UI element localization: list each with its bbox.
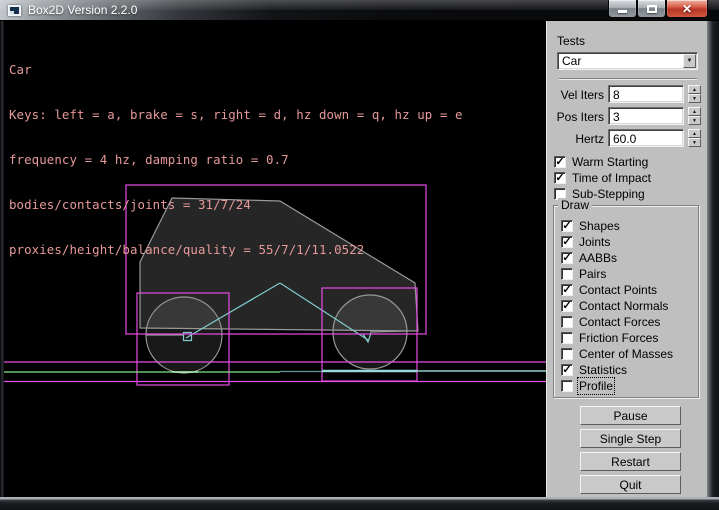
minimize-icon bbox=[618, 10, 627, 13]
spinner-up-icon[interactable]: ▲ bbox=[692, 87, 697, 93]
checkbox-icon[interactable] bbox=[561, 332, 573, 344]
maximize-icon bbox=[647, 5, 657, 13]
control-panel: Tests Car ▼ Vel Iters 8 ▲ ▼ Pos Iters 3 … bbox=[546, 21, 707, 497]
tests-dropdown-value: Car bbox=[562, 54, 581, 68]
close-button[interactable]: ✕ bbox=[666, 0, 708, 18]
vel-iters-row: Vel Iters 8 ▲ ▼ bbox=[547, 85, 708, 103]
pause-button[interactable]: Pause bbox=[580, 406, 681, 425]
spinner-down-icon[interactable]: ▼ bbox=[692, 140, 697, 146]
pos-iters-input[interactable]: 3 bbox=[608, 107, 684, 125]
checkbox-icon[interactable]: ✓ bbox=[561, 252, 573, 264]
window-border-bottom bbox=[0, 497, 719, 510]
checkbox-icon[interactable]: ✓ bbox=[554, 156, 566, 168]
spinner-down-icon[interactable]: ▼ bbox=[692, 118, 697, 124]
checkbox-label: Shapes bbox=[579, 219, 620, 233]
window-border-right bbox=[707, 21, 719, 497]
checkbox-icon[interactable]: ✓ bbox=[561, 364, 573, 376]
pos-iters-stepper[interactable]: ▲ ▼ bbox=[688, 107, 701, 125]
single-step-button[interactable]: Single Step bbox=[580, 429, 681, 448]
checkbox-icon[interactable]: ✓ bbox=[561, 300, 573, 312]
checkbox-label: Warm Starting bbox=[572, 155, 648, 169]
checkbox-label: AABBs bbox=[579, 251, 617, 265]
debug-line-test-name: Car bbox=[9, 62, 463, 77]
chevron-down-icon: ▼ bbox=[687, 58, 693, 64]
checkbox-label: Friction Forces bbox=[579, 331, 658, 345]
debug-line-bodies: bodies/contacts/joints = 31/7/24 bbox=[9, 197, 463, 212]
checkbox-label: Contact Points bbox=[579, 283, 657, 297]
simulation-canvas[interactable]: Car Keys: left = a, brake = s, right = d… bbox=[4, 21, 546, 497]
checkbox-label: Profile bbox=[579, 379, 613, 393]
spinner-down-icon[interactable]: ▼ bbox=[692, 96, 697, 102]
spinner-up-icon[interactable]: ▲ bbox=[692, 109, 697, 115]
checkbox-icon[interactable] bbox=[561, 316, 573, 328]
title-bar[interactable]: Box2D Version 2.2.0 ✕ bbox=[0, 0, 719, 21]
vel-iters-label: Vel Iters bbox=[561, 88, 604, 102]
checkbox-icon[interactable] bbox=[561, 380, 573, 392]
spinner-up-icon[interactable]: ▲ bbox=[692, 131, 697, 137]
app-icon bbox=[8, 5, 21, 16]
checkbox-label: Pairs bbox=[579, 267, 606, 281]
hertz-label: Hertz bbox=[575, 132, 604, 146]
minimize-button[interactable] bbox=[608, 0, 637, 18]
window-border-left bbox=[0, 21, 4, 497]
quit-button[interactable]: Quit bbox=[580, 475, 681, 494]
tests-dropdown-button[interactable]: ▼ bbox=[683, 54, 696, 68]
draw-group-label: Draw bbox=[558, 198, 592, 212]
checkbox-icon[interactable]: ✓ bbox=[561, 220, 573, 232]
checkbox-icon[interactable] bbox=[561, 268, 573, 280]
checkbox-label: Contact Normals bbox=[579, 299, 668, 313]
restart-button[interactable]: Restart bbox=[580, 452, 681, 471]
pos-iters-label: Pos Iters bbox=[557, 110, 604, 124]
hertz-row: Hertz 60.0 ▲ ▼ bbox=[547, 129, 708, 147]
maximize-button[interactable] bbox=[637, 0, 666, 18]
debug-line-keys: Keys: left = a, brake = s, right = d, hz… bbox=[9, 107, 463, 122]
vel-iters-input[interactable]: 8 bbox=[608, 85, 684, 103]
checkbox-icon[interactable]: ✓ bbox=[554, 172, 566, 184]
draw-group-box: ✓ Shapes ✓ Joints ✓ AABBs Pairs ✓ Contac… bbox=[553, 205, 699, 398]
close-icon: ✕ bbox=[682, 3, 692, 15]
checkbox-label: Center of Masses bbox=[579, 347, 673, 361]
checkbox-icon[interactable] bbox=[561, 348, 573, 360]
checkbox-icon[interactable]: ✓ bbox=[561, 236, 573, 248]
debug-text-block: Car Keys: left = a, brake = s, right = d… bbox=[9, 32, 463, 287]
tests-dropdown[interactable]: Car ▼ bbox=[557, 52, 698, 70]
hertz-input[interactable]: 60.0 bbox=[608, 129, 684, 147]
pos-iters-row: Pos Iters 3 ▲ ▼ bbox=[547, 107, 708, 125]
box2d-window: Box2D Version 2.2.0 ✕ bbox=[0, 0, 719, 510]
window-title: Box2D Version 2.2.0 bbox=[28, 3, 137, 17]
checkbox-label: Statistics bbox=[579, 363, 627, 377]
debug-line-frequency: frequency = 4 hz, damping ratio = 0.7 bbox=[9, 152, 463, 167]
tests-label: Tests bbox=[557, 34, 585, 48]
checkbox-icon[interactable]: ✓ bbox=[561, 284, 573, 296]
separator bbox=[559, 78, 697, 80]
checkbox-label: Joints bbox=[579, 235, 610, 249]
vel-iters-stepper[interactable]: ▲ ▼ bbox=[688, 85, 701, 103]
hertz-stepper[interactable]: ▲ ▼ bbox=[688, 129, 701, 147]
checkbox-label: Contact Forces bbox=[579, 315, 660, 329]
checkbox-label: Time of Impact bbox=[572, 171, 651, 185]
debug-line-proxies: proxies/height/balance/quality = 55/7/1/… bbox=[9, 242, 463, 257]
